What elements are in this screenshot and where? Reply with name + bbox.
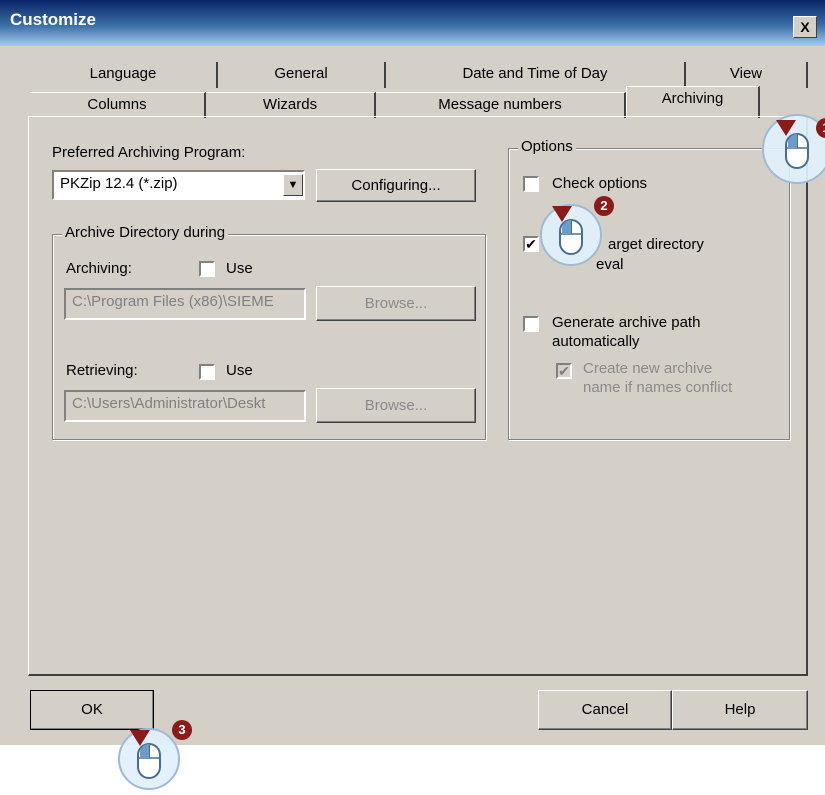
archiving-browse-button[interactable]: Browse... — [316, 286, 476, 321]
title-bar: Customize X — [0, 0, 825, 46]
close-button[interactable]: X — [793, 16, 817, 38]
tab-view[interactable]: View — [686, 62, 808, 88]
archiving-path-field[interactable]: C:\Program Files (x86)\SIEME — [64, 288, 306, 320]
tab-label: General — [274, 65, 328, 82]
browse-label: Browse... — [364, 295, 428, 312]
retrieving-label: Retrieving: — [66, 362, 138, 379]
callout-2: 2 — [538, 196, 618, 276]
cancel-label: Cancel — [581, 701, 629, 718]
tab-date-time[interactable]: Date and Time of Day — [386, 62, 686, 88]
archiving-label: Archiving: — [66, 260, 132, 277]
program-select[interactable]: PKZip 12.4 (*.zip) — [52, 170, 305, 200]
check-options-label: Check options — [552, 175, 648, 192]
tab-language[interactable]: Language — [30, 62, 218, 88]
create-name-label-2: name if names conflict — [583, 379, 733, 396]
retrieving-use-label: Use — [226, 362, 253, 379]
generate-path-label: Generate archive path — [552, 314, 701, 331]
tab-label: Language — [89, 65, 157, 82]
retrieving-path-field[interactable]: C:\Users\Administrator\Deskt — [64, 390, 306, 422]
target-directory-label: arget directory — [608, 236, 704, 253]
generate-path-checkbox[interactable] — [523, 316, 539, 332]
tab-label: Date and Time of Day — [462, 65, 608, 82]
cancel-button[interactable]: Cancel — [538, 690, 672, 730]
help-label: Help — [724, 701, 756, 718]
customize-dialog: Customize X Language General Date and Ti… — [0, 0, 825, 745]
configuring-button-label: Configuring... — [351, 177, 441, 194]
close-icon: X — [800, 19, 810, 35]
callout-badge-2: 2 — [594, 196, 614, 216]
archiving-use-label: Use — [226, 260, 253, 277]
mouse-icon — [118, 728, 180, 790]
archiving-path-value: C:\Program Files (x86)\SIEME — [72, 293, 274, 310]
ok-label: OK — [81, 701, 103, 718]
tab-wizards[interactable]: Wizards — [206, 92, 376, 118]
check-options-checkbox[interactable] — [523, 176, 539, 192]
tab-label: Columns — [87, 96, 147, 113]
tab-label: Message numbers — [438, 96, 562, 113]
tab-columns[interactable]: Columns — [30, 92, 206, 118]
tab-label: Wizards — [262, 96, 318, 113]
callout-1: 1 — [760, 104, 825, 190]
tab-archiving[interactable]: Archiving — [626, 86, 760, 118]
tab-message-numbers[interactable]: Message numbers — [376, 92, 626, 118]
preferred-program-label: Preferred Archiving Program: — [52, 144, 246, 161]
create-name-checkbox[interactable]: ✔ — [556, 363, 572, 379]
configuring-button[interactable]: Configuring... — [316, 169, 476, 202]
retrieving-use-checkbox[interactable] — [199, 364, 215, 380]
mouse-icon — [540, 204, 602, 266]
create-name-label: Create new archive — [583, 360, 713, 377]
retrieving-path-value: C:\Users\Administrator\Deskt — [72, 395, 266, 412]
archiving-use-checkbox[interactable] — [199, 261, 215, 277]
browse-label: Browse... — [364, 397, 428, 414]
callout-3: 3 — [116, 716, 196, 794]
callout-badge-3: 3 — [172, 720, 192, 740]
tab-general[interactable]: General — [218, 62, 386, 88]
tab-label: View — [729, 65, 763, 82]
options-legend: Options — [518, 138, 576, 155]
target-directory-checkbox[interactable]: ✔ — [523, 236, 539, 252]
tab-label: Archiving — [661, 90, 724, 107]
window-title: Customize — [10, 10, 96, 29]
help-button[interactable]: Help — [672, 690, 808, 730]
archive-directory-legend: Archive Directory during — [62, 224, 229, 241]
chevron-down-icon[interactable]: ▼ — [283, 174, 303, 196]
program-select-value: PKZip 12.4 (*.zip) — [60, 175, 178, 192]
retrieving-browse-button[interactable]: Browse... — [316, 388, 476, 423]
options-group — [508, 148, 790, 440]
generate-path-label-2: automatically — [552, 333, 640, 350]
